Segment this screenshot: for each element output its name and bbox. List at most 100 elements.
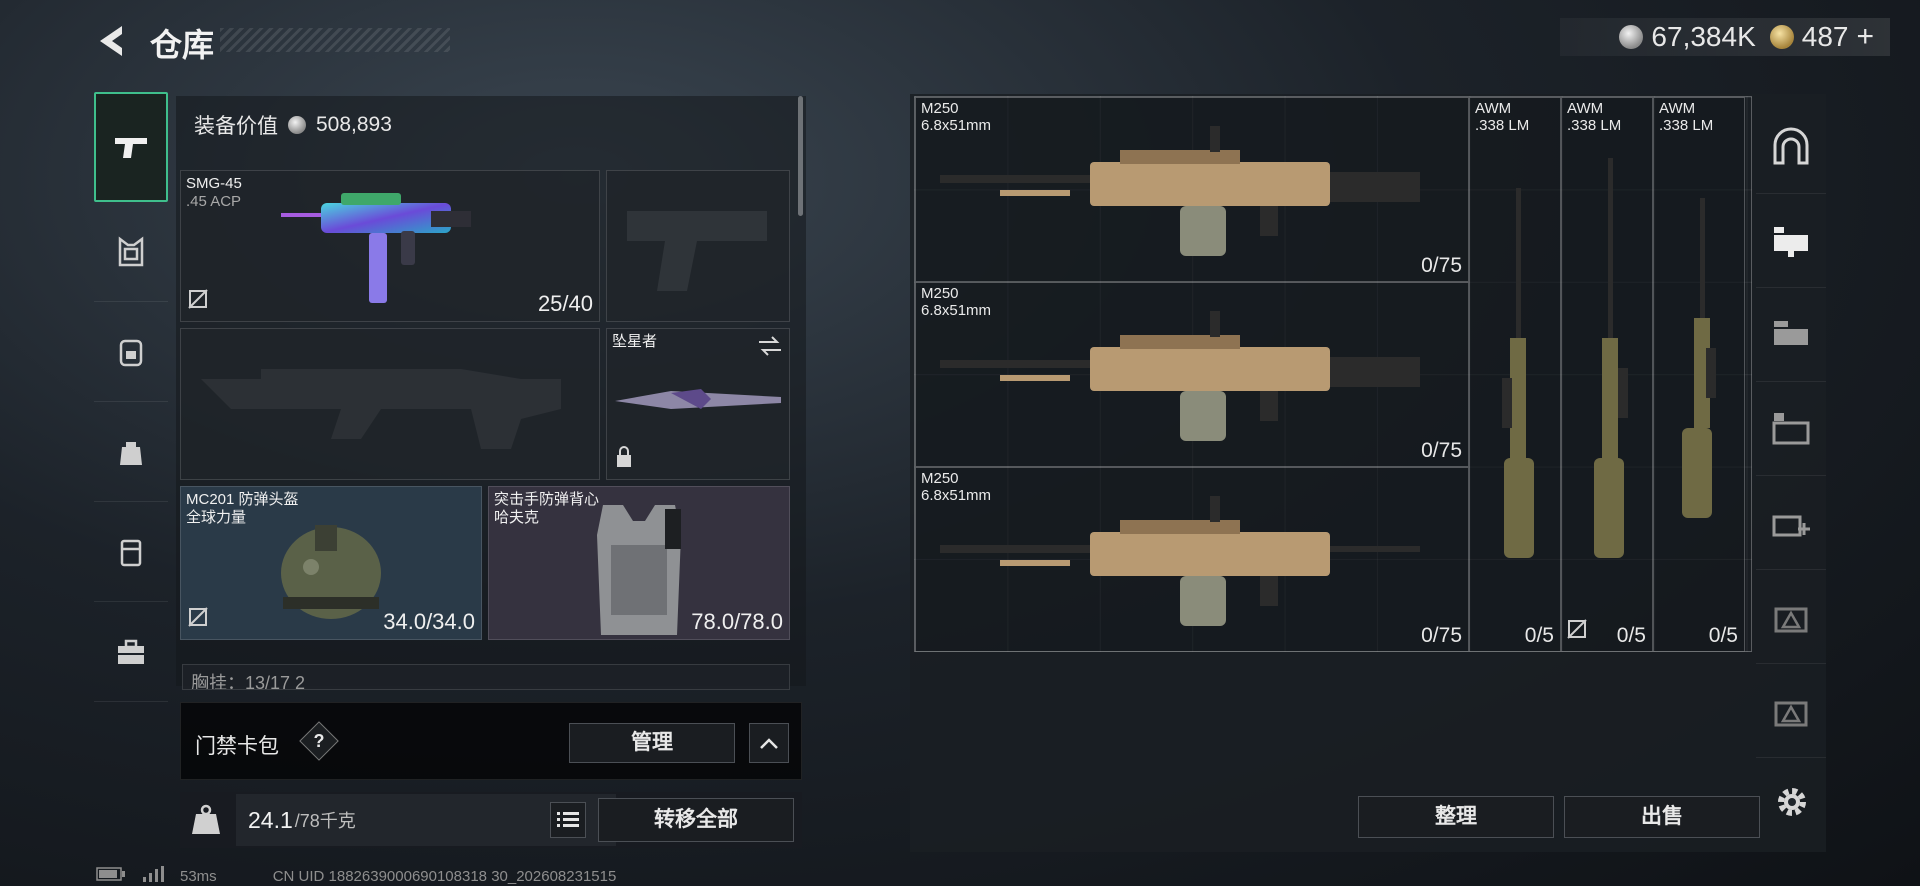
item-ammo: 0/75 [1421,624,1462,647]
silver-amount: 67,384K [1651,21,1756,52]
chest-rig-row[interactable]: 胸挂：13/17 2 [182,664,790,690]
stash-item-awm[interactable]: AWM .338 LM 0/5 [1653,97,1745,652]
ping: 53ms [180,867,217,885]
melee-slot[interactable]: 坠星者 [606,328,790,480]
capacity-bar: 24.1 /78千克 转移全部 [180,792,802,848]
list-view-button[interactable] [550,802,586,838]
stash-item-awm[interactable]: AWM .338 LM 0/5 [1561,97,1653,652]
armor-durability: 78.0/78.0 [691,609,783,634]
pistol-icon [115,138,147,158]
no-insurance-icon [187,606,209,633]
arch-icon [1773,127,1809,164]
secondary-weapon-slot[interactable] [180,328,600,480]
stash-tab-all[interactable] [1756,100,1826,194]
sidearm-slot[interactable] [606,170,790,322]
stash-locked-icon [1774,701,1808,726]
stash-tab-1[interactable] [1756,194,1826,288]
top-bar: 仓库 67,384K 487 + [0,0,1920,80]
chevron-up-icon [760,738,778,749]
list-icon [557,812,579,827]
item-name: AWM [1475,100,1512,117]
body-armor-slot[interactable]: 突击手防弹背心 哈夫克 78.0/78.0 [488,486,790,640]
back-icon[interactable] [92,22,132,60]
machine-gun-image [940,496,1420,626]
stash-4-add-icon [1772,515,1810,536]
title-decoration [220,28,450,52]
item-ammo: 0/5 [1616,624,1646,647]
item-caliber: .338 LM [1659,117,1714,134]
primary-weapon-slot[interactable]: SMG-45 .45 ACP 25/40 [180,170,600,322]
manage-button[interactable]: 管理 [569,723,735,763]
stash-2-icon [1774,320,1808,345]
transfer-all-button[interactable]: 转移全部 [598,798,794,842]
sniper-rifle-image [1682,198,1716,518]
stash-category-rail [1756,100,1826,820]
item-ammo: 0/75 [1421,254,1462,277]
ammo-count: 25/40 [537,291,593,316]
loadout-scrollbar[interactable] [798,96,803,216]
stash-panel: M250 6.8x51mm 0/75 M250 6.8x51mm 0/75 M2… [910,94,1826,852]
backpack-icon [119,339,143,366]
item-ammo: 0/5 [1524,624,1554,647]
sniper-rifle-image [1502,188,1534,558]
helmet-slot[interactable]: MC201 防弹头盔 全球力量 34.0/34.0 [180,486,482,640]
stash-tab-4[interactable] [1756,382,1826,476]
settings-button[interactable] [1772,782,1812,822]
keycard-wallet-panel: 门禁卡包 ? 管理 [180,702,802,780]
stash-tab-4-add[interactable] [1756,476,1826,570]
vest-image [597,505,681,635]
knife-image [615,389,781,409]
collapse-button[interactable] [749,723,789,763]
add-currency-button[interactable]: + [1856,20,1874,54]
player-uid: CN UID 1882639000690108318 30_2026082315… [272,867,617,885]
rail-item-toolbox[interactable] [94,602,168,702]
silver-coin-icon [1619,25,1644,49]
item-name: AWM [1567,100,1604,117]
stash-tab-locked-4[interactable] [1756,664,1826,758]
rail-item-pouch[interactable] [94,402,168,502]
battery-icon [96,867,126,885]
smg-image [281,193,471,303]
silver-coin-icon [288,116,306,134]
rail-item-chest-rig[interactable] [94,202,168,302]
silver-currency: 67,384K [1619,21,1756,53]
status-bar: 53ms CN UID 1882639000690108318 30_20260… [96,866,616,886]
stash-1-icon [1774,226,1808,257]
item-caliber: .338 LM [1567,117,1622,134]
currency-bar: 67,384K 487 + [1560,18,1890,56]
stash-item-awm[interactable]: AWM .338 LM 0/5 [1469,97,1561,652]
toolbox-icon [118,639,144,664]
sort-button[interactable]: 整理 [1358,796,1554,838]
stash-tab-2[interactable] [1756,288,1826,382]
stash-item-m250[interactable]: M250 6.8x51mm 0/75 [915,467,1469,652]
rail-item-backpack[interactable] [94,302,168,402]
gold-currency: 487 + [1769,20,1874,54]
stash-item-m250[interactable]: M250 6.8x51mm 0/75 [915,282,1469,467]
helmet-durability: 34.0/34.0 [383,609,475,634]
item-ammo: 0/5 [1708,624,1738,647]
rail-item-weapons[interactable] [94,92,168,202]
help-label: ? [313,731,325,751]
signal-icon [142,866,164,886]
equip-value-amount: 508,893 [316,113,392,136]
stash-4-icon [1772,412,1810,444]
case-icon [120,539,142,566]
stash-tab-locked-3[interactable] [1756,570,1826,664]
no-insurance-icon [1566,618,1588,645]
gold-amount: 487 [1801,21,1849,52]
sell-button[interactable]: 出售 [1564,796,1760,838]
loadout-category-rail [94,92,168,832]
swap-icon[interactable] [757,335,783,362]
rail-item-case[interactable] [94,502,168,602]
weapon-caliber: .45 ACP [186,193,242,210]
weight-icon[interactable] [188,802,224,838]
item-name: M250 [921,285,959,302]
machine-gun-image [940,126,1420,256]
pouch-icon [120,441,142,465]
gold-coin-icon [1769,25,1794,49]
help-button[interactable]: ? [299,721,339,761]
loadout-panel: 装备价值 508,893 SMG-45 .45 ACP 25/40 坠星者 MC… [176,96,806,686]
stash-item-m250[interactable]: M250 6.8x51mm 0/75 [915,97,1469,282]
sniper-rifle-image [1594,158,1628,558]
armor-name: 突击手防弹背心 [494,491,600,508]
